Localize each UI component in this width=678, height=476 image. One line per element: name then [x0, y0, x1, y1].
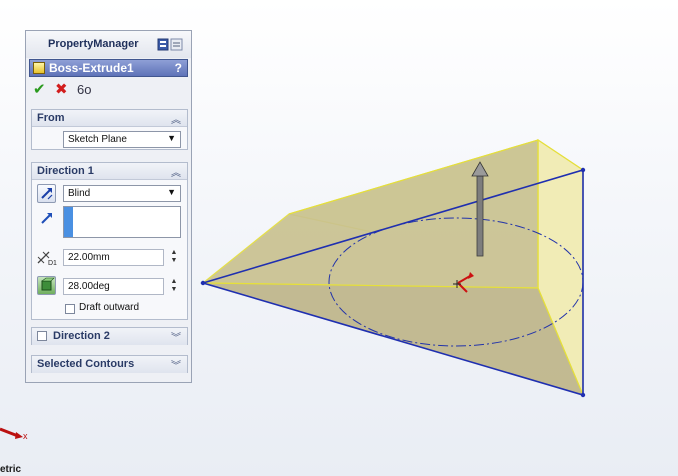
view-triad-icon: [0, 427, 23, 439]
panel-tabs-icon[interactable]: [157, 38, 183, 51]
direction1-group: Direction 1 ︽ Blind ▼ D1 22.00mm ▲ ▼ 28.…: [31, 162, 188, 320]
draft-outward-checkbox[interactable]: [65, 304, 75, 314]
from-group-title: From: [37, 112, 65, 124]
preview-icon[interactable]: 6ο: [77, 81, 91, 99]
end-condition-value: Blind: [68, 188, 91, 199]
direction1-group-title: Direction 1: [37, 165, 94, 177]
selected-contours-group: Selected Contours ︾: [31, 355, 188, 373]
draft-outward-label: Draft outward: [79, 302, 140, 313]
property-manager-header: PropertyManager: [26, 31, 191, 58]
selected-contours-group-title: Selected Contours: [37, 358, 135, 370]
depth-value: 22.00mm: [68, 252, 110, 263]
direction-arrow-icon: [41, 213, 52, 224]
property-manager-title: PropertyManager: [48, 38, 139, 50]
preview-front-face: [201, 139, 539, 289]
direction1-group-header[interactable]: Direction 1 ︽: [32, 163, 187, 180]
end-condition-select[interactable]: Blind ▼: [63, 185, 181, 202]
draft-angle-value: 28.00deg: [68, 281, 110, 292]
feature-name: Boss-Extrude1: [49, 61, 134, 75]
ok-icon[interactable]: ✔: [33, 81, 46, 99]
direction2-group: Direction 2 ︾: [31, 327, 188, 345]
feature-name-bar: Boss-Extrude1 ?: [29, 59, 188, 77]
sketch-vertex[interactable]: [580, 167, 586, 173]
extrude-feature-icon: [33, 62, 45, 74]
from-group-header[interactable]: From ︽: [32, 110, 187, 127]
reverse-direction-icon[interactable]: [37, 184, 56, 203]
direction-reference-box[interactable]: [63, 206, 181, 238]
help-icon[interactable]: ?: [175, 61, 182, 75]
depth-input[interactable]: 22.00mm: [63, 249, 164, 266]
selected-contours-group-header[interactable]: Selected Contours ︾: [32, 356, 187, 373]
chevron-up-icon[interactable]: ︽: [171, 111, 181, 126]
chevron-down-icon: ▼: [167, 187, 176, 197]
draft-angle-input[interactable]: 28.00deg: [63, 278, 164, 295]
depth-drag-handle[interactable]: [476, 175, 484, 257]
action-buttons: ✔ ✖ 6ο: [33, 81, 153, 99]
chevron-down-icon[interactable]: ︾: [171, 357, 181, 372]
draft-icon[interactable]: [37, 276, 56, 295]
chevron-down-icon[interactable]: ︾: [171, 329, 181, 344]
cancel-icon[interactable]: ✖: [55, 81, 68, 99]
direction2-group-title: Direction 2: [53, 330, 110, 342]
depth-badge: D1: [48, 260, 57, 267]
from-group: From ︽ Sketch Plane ▼: [31, 109, 188, 150]
triad-x-label: x: [23, 431, 28, 441]
start-condition-select[interactable]: Sketch Plane ▼: [63, 131, 181, 148]
sketch-vertex[interactable]: [580, 392, 586, 398]
view-orientation-label: etric: [0, 464, 22, 475]
chevron-up-icon[interactable]: ︽: [171, 164, 181, 179]
draft-angle-spinner[interactable]: ▲ ▼: [169, 278, 179, 295]
start-condition-value: Sketch Plane: [68, 134, 127, 145]
depth-spinner[interactable]: ▲ ▼: [169, 249, 179, 266]
direction2-group-header[interactable]: Direction 2 ︾: [32, 328, 187, 345]
sketch-vertex[interactable]: [200, 280, 206, 286]
selection-indicator: [64, 207, 73, 237]
property-manager-panel: PropertyManager Boss-Extrude1 ? ✔ ✖ 6ο F…: [25, 30, 192, 383]
direction2-checkbox[interactable]: [37, 331, 47, 341]
chevron-down-icon: ▼: [167, 133, 176, 143]
